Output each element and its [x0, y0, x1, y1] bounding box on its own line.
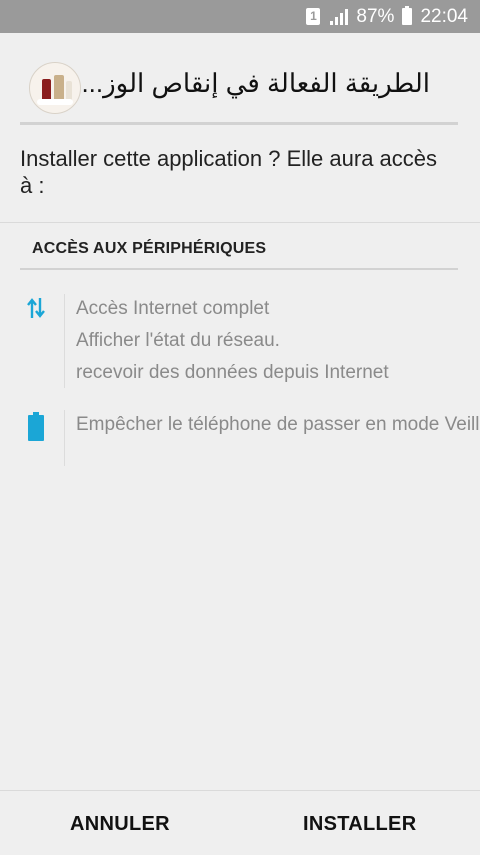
install-prompt: Installer cette application ? Elle aura …	[20, 146, 438, 198]
permission-item: Empêcher le téléphone de passer en mode …	[76, 414, 480, 435]
section-title: ACCÈS AUX PÉRIPHÉRIQUES	[32, 240, 267, 257]
action-bar: ANNULER INSTALLER	[0, 790, 480, 855]
battery-status-icon	[402, 6, 413, 25]
permission-group-network[interactable]: Accès Internet complet Afficher l'état d…	[0, 292, 480, 392]
app-icon	[29, 62, 81, 114]
permission-item: recevoir des données depuis Internet	[76, 362, 389, 383]
app-title: الطريقة الفعالة في إنقاص الوز...	[81, 68, 430, 98]
permission-group-battery[interactable]: Empêcher le téléphone de passer en mode …	[0, 410, 480, 470]
battery-percent: 87%	[356, 5, 395, 27]
header-divider	[20, 122, 458, 125]
cancel-button[interactable]: ANNULER	[70, 813, 170, 836]
permission-bar	[64, 410, 65, 466]
battery-icon	[27, 412, 45, 447]
sim-icon: 1	[306, 8, 321, 25]
section-divider	[20, 268, 458, 270]
permission-item: Accès Internet complet	[76, 298, 270, 319]
app-header: الطريقة الفعالة في إنقاص الوز...	[20, 56, 458, 116]
network-transfer-icon	[26, 296, 46, 325]
prompt-divider	[0, 222, 480, 223]
clock: 22:04	[420, 5, 468, 27]
status-bar: 1 87% 22:04	[0, 0, 480, 33]
permission-item: Afficher l'état du réseau.	[76, 330, 280, 351]
install-button[interactable]: INSTALLER	[303, 813, 416, 836]
signal-icon	[328, 8, 349, 25]
permission-bar	[64, 294, 65, 388]
